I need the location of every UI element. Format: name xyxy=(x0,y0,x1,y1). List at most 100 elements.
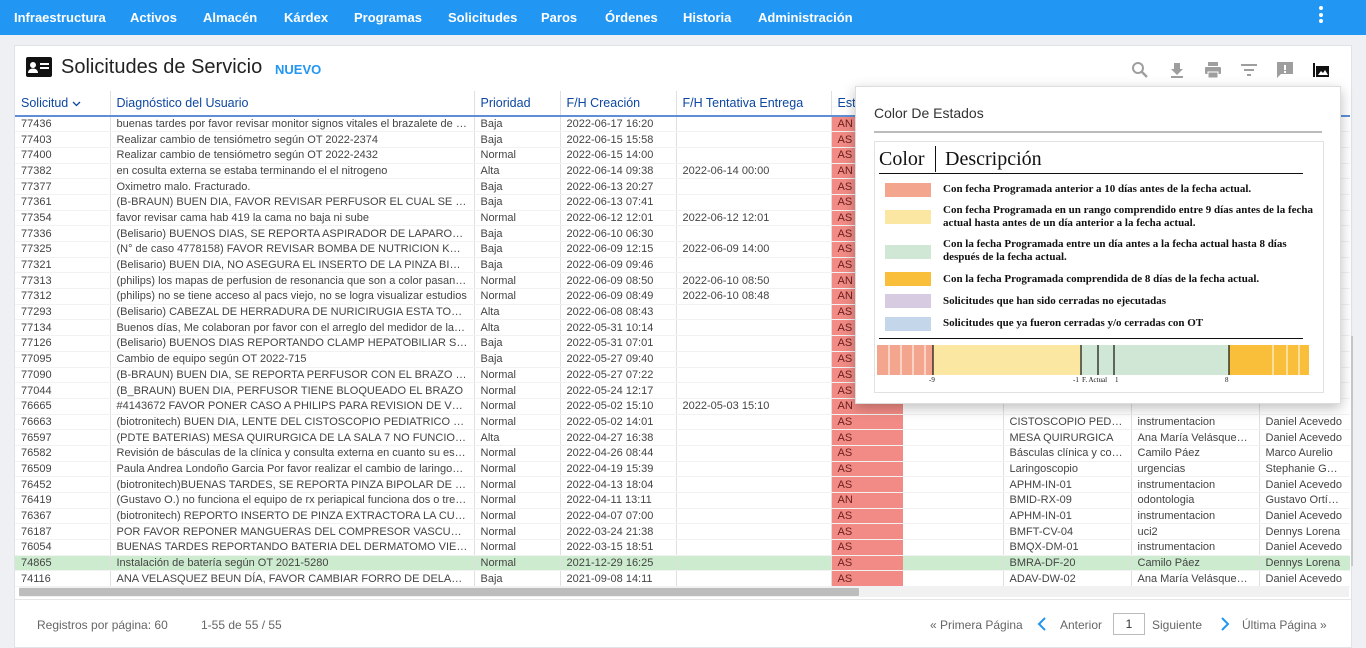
color-legend-icon[interactable] xyxy=(1311,60,1331,80)
column-header-prioridad[interactable]: Prioridad xyxy=(474,91,561,117)
nav-item-solicitudes[interactable]: Solicitudes xyxy=(448,0,517,35)
table-row[interactable]: 74116 ANA VELASQUEZ BEUN DÍA, FAVOR CAMBI… xyxy=(15,570,1350,587)
cell-empty xyxy=(903,429,1004,446)
column-header-fh-tentativa[interactable]: F/H Tentativa Entrega xyxy=(676,91,832,117)
cell-fh-tentativa xyxy=(676,492,832,509)
table-row[interactable]: 76367 (biotronitech) REPORTO INSERTO DE P… xyxy=(15,508,1350,525)
cell-equipo: ADAV-DW-02 xyxy=(1003,570,1132,587)
color-legend-image: Color Descripción Con fecha Programada a… xyxy=(874,141,1324,393)
nav-item-administracion[interactable]: Administración xyxy=(758,0,853,35)
cell-prioridad: Normal xyxy=(474,508,561,525)
table-row[interactable]: 76509 Paula Andrea Londoño Garcia Por fav… xyxy=(15,461,1350,478)
legend-column-separator xyxy=(935,146,936,172)
cell-prioridad: Baja xyxy=(474,178,561,195)
column-header-diagnostico[interactable]: Diagnóstico del Usuario xyxy=(110,91,475,117)
nav-item-infraestructura[interactable]: Infraestructura xyxy=(14,0,106,35)
cell-prioridad: Normal xyxy=(474,461,561,478)
cell-solicitud: 77400 xyxy=(15,147,111,164)
column-header-solicitud[interactable]: Solicitud xyxy=(15,91,111,117)
nav-item-historia[interactable]: Historia xyxy=(683,0,731,35)
table-row[interactable]: 76187 POR FAVOR REPONER MANGUERAS DEL COM… xyxy=(15,523,1350,541)
cell-fh-tentativa xyxy=(676,367,832,384)
timeline-label-today: F. Actual xyxy=(1082,376,1108,384)
cell-fh-creacion: 2022-03-15 18:51 xyxy=(560,539,677,556)
cell-area: urgencias xyxy=(1131,461,1260,478)
chevron-left-icon[interactable] xyxy=(1037,617,1047,631)
feedback-icon[interactable] xyxy=(1275,60,1295,80)
cell-equipo: BMRA-DF-20 xyxy=(1003,555,1132,572)
scrollbar-thumb[interactable] xyxy=(19,588,859,596)
legend-swatch-2 xyxy=(885,245,931,259)
table-row[interactable]: 76452 (biotronitech)BUENAS TARDES, SE REP… xyxy=(15,476,1350,493)
cell-solicitud: 77336 xyxy=(15,225,111,242)
download-icon[interactable] xyxy=(1167,60,1187,80)
cell-prioridad: Normal xyxy=(474,398,561,415)
new-request-button[interactable]: NUEVO xyxy=(275,62,321,77)
legend-desc-2: Con la fecha Programada entre un día ant… xyxy=(943,238,1287,263)
previous-page-link[interactable]: Anterior xyxy=(1060,618,1102,632)
first-page-link[interactable]: « Primera Página xyxy=(930,618,1023,632)
nav-item-paros[interactable]: Paros xyxy=(541,0,577,35)
cell-responsable: Daniel Acevedo xyxy=(1259,508,1350,525)
cell-fh-tentativa xyxy=(676,382,832,399)
cell-prioridad: Baja xyxy=(474,257,561,274)
cell-diagnostico: Buenos días, Me colaboran por favor con … xyxy=(110,319,475,337)
column-header-fh-creacion[interactable]: F/H Creación xyxy=(560,91,677,117)
filter-icon[interactable] xyxy=(1239,60,1259,80)
cell-fh-creacion: 2022-05-31 10:14 xyxy=(560,319,677,337)
cell-fh-tentativa xyxy=(676,555,832,572)
cell-responsable: Dennys Lorena xyxy=(1259,523,1350,541)
cell-fh-tentativa xyxy=(676,304,832,321)
chevron-down-icon xyxy=(72,101,81,107)
cell-equipo: MESA QUIRURGICA xyxy=(1003,429,1132,446)
cell-fh-creacion: 2022-04-27 16:38 xyxy=(560,429,677,446)
cell-responsable: Dennys Lorena xyxy=(1259,555,1350,572)
last-page-link[interactable]: Última Página » xyxy=(1242,618,1327,632)
table-row[interactable]: 74865 Instalación de batería según OT 202… xyxy=(15,555,1350,572)
table-row[interactable]: 76054 BUENAS TARDES REPORTANDO BATERIA DE… xyxy=(15,539,1350,556)
cell-prioridad: Normal xyxy=(474,288,561,305)
cell-estado: AS xyxy=(831,429,903,446)
cell-diagnostico: Realizar cambio de tensiómetro según OT … xyxy=(110,147,475,164)
cell-solicitud: 77354 xyxy=(15,210,111,227)
horizontal-scrollbar[interactable] xyxy=(19,587,1349,597)
cell-empty xyxy=(903,476,1004,493)
cell-solicitud: 74865 xyxy=(15,555,111,572)
cell-fh-tentativa: 2022-05-03 15:10 xyxy=(676,398,832,415)
cell-diagnostico: Paula Andrea Londoño Garcia Por favor re… xyxy=(110,461,475,478)
table-row[interactable]: 76663 (biotronitech) BUEN DIA, LENTE DEL … xyxy=(15,414,1350,431)
cell-fh-tentativa xyxy=(676,508,832,525)
nav-item-almacen[interactable]: Almacén xyxy=(203,0,257,35)
search-icon[interactable] xyxy=(1130,60,1150,80)
table-row[interactable]: 76597 (PDTE BATERIAS) MESA QUIRURGICA DE … xyxy=(15,429,1350,446)
cell-fh-tentativa xyxy=(676,116,832,133)
rows-per-page[interactable]: Registros por página: 60 xyxy=(37,618,168,632)
cell-diagnostico: (philips) no se tiene acceso al pacs vie… xyxy=(110,288,475,305)
timeline-label-1: 1 xyxy=(1115,376,1119,384)
cell-prioridad: Baja xyxy=(474,241,561,258)
next-page-link[interactable]: Siguiente xyxy=(1152,618,1202,632)
page-number-input[interactable]: 1 xyxy=(1113,613,1145,635)
nav-item-ordenes[interactable]: Órdenes xyxy=(605,0,658,35)
cell-diagnostico: Cambio de equipo según OT 2022-715 xyxy=(110,351,475,368)
cell-fh-tentativa xyxy=(676,194,832,211)
cell-equipo: Laringoscopio xyxy=(1003,461,1132,478)
cell-responsable: Daniel Acevedo xyxy=(1259,570,1350,587)
print-icon[interactable] xyxy=(1203,60,1223,80)
cell-fh-tentativa xyxy=(676,461,832,478)
cell-fh-creacion: 2022-04-13 18:04 xyxy=(560,476,677,493)
chevron-right-icon[interactable] xyxy=(1220,617,1230,631)
cell-fh-creacion: 2021-12-29 16:25 xyxy=(560,555,677,572)
cell-fh-tentativa: 2022-06-09 14:00 xyxy=(676,241,832,258)
table-row[interactable]: 76582 Revisión de básculas de la clínica … xyxy=(15,445,1350,462)
cell-diagnostico: (B-BRAUN) BUEN DIA, SE REPORTA PERFUSOR … xyxy=(110,367,475,384)
cell-estado: AS xyxy=(831,555,903,572)
cell-fh-tentativa xyxy=(676,523,832,541)
more-vert-icon[interactable] xyxy=(1314,6,1328,28)
nav-item-programas[interactable]: Programas xyxy=(354,0,422,35)
legend-desc-1: Con fecha Programada en un rango compren… xyxy=(943,204,1314,229)
nav-item-kardex[interactable]: Kárdex xyxy=(284,0,328,35)
vertical-scrollbar[interactable] xyxy=(1351,336,1353,566)
nav-item-activos[interactable]: Activos xyxy=(130,0,177,35)
table-row[interactable]: 76419 (Gustavo O.) no funciona el equipo … xyxy=(15,492,1350,509)
